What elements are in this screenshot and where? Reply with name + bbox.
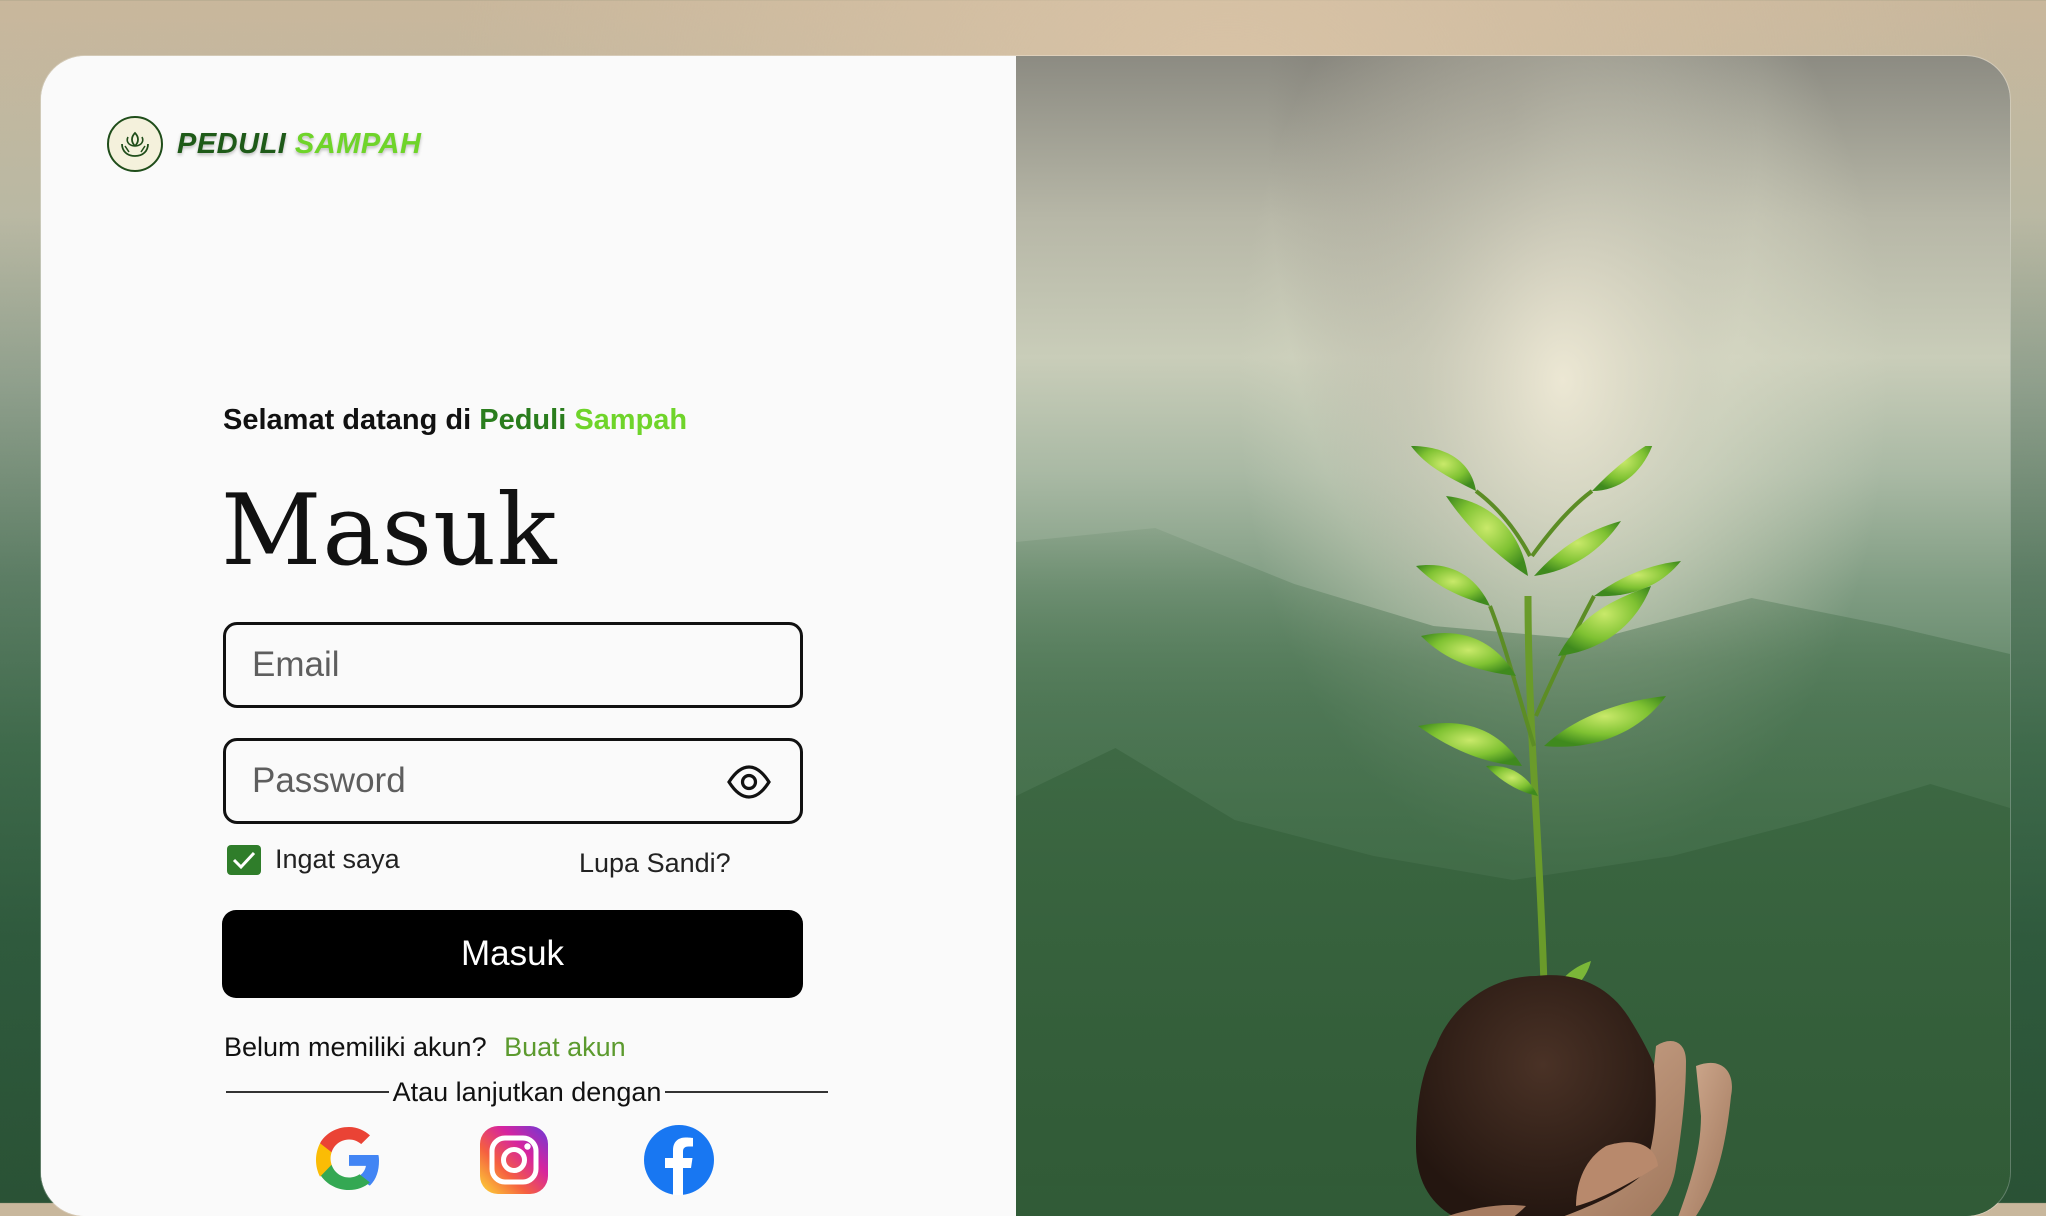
email-input[interactable] — [226, 644, 800, 686]
divider-line-right — [665, 1091, 829, 1093]
welcome-brand-b: Sampah — [574, 404, 688, 436]
hero-image — [1016, 56, 2010, 1216]
brand-name: PEDULI SAMPAH — [177, 128, 421, 161]
leaf-hands-icon — [107, 116, 163, 172]
email-field[interactable] — [223, 622, 803, 708]
welcome-brand-a: Peduli — [479, 404, 567, 436]
remember-label: Ingat saya — [275, 844, 400, 874]
remember-checkbox[interactable] — [227, 844, 261, 875]
login-panel: PEDULI SAMPAH Selamat datang di Peduli S… — [41, 56, 1016, 1216]
page-title: Masuk — [221, 474, 558, 588]
divider: Atau lanjutkan dengan — [226, 1076, 829, 1108]
instagram-icon[interactable] — [478, 1124, 550, 1196]
password-input[interactable] — [226, 760, 800, 802]
forgot-password-link[interactable]: Lupa Sandi? — [579, 848, 731, 879]
brand-logo[interactable]: PEDULI SAMPAH — [107, 116, 421, 172]
facebook-icon[interactable] — [643, 1124, 715, 1196]
brand-name-dark: PEDULI — [177, 127, 287, 160]
seedling-in-hand-illustration — [1411, 446, 1732, 1216]
login-button[interactable]: Masuk — [222, 910, 803, 998]
signup-link[interactable]: Buat akun — [504, 1032, 626, 1062]
welcome-text: Selamat datang di Peduli Sampah — [223, 404, 687, 437]
welcome-prefix: Selamat datang di — [223, 404, 472, 436]
login-card: PEDULI SAMPAH Selamat datang di Peduli S… — [41, 56, 2010, 1216]
signup-text: Belum memiliki akun? — [224, 1032, 487, 1062]
signup-prompt: Belum memiliki akun? Buat akun — [224, 1032, 626, 1063]
google-icon[interactable] — [313, 1124, 385, 1196]
password-field[interactable] — [223, 738, 803, 824]
divider-line-left — [226, 1091, 389, 1093]
brand-name-light: SAMPAH — [294, 127, 422, 160]
eye-icon[interactable] — [726, 762, 772, 802]
divider-text: Atau lanjutkan dengan — [392, 1076, 662, 1107]
remember-me[interactable]: Ingat saya — [227, 844, 400, 875]
